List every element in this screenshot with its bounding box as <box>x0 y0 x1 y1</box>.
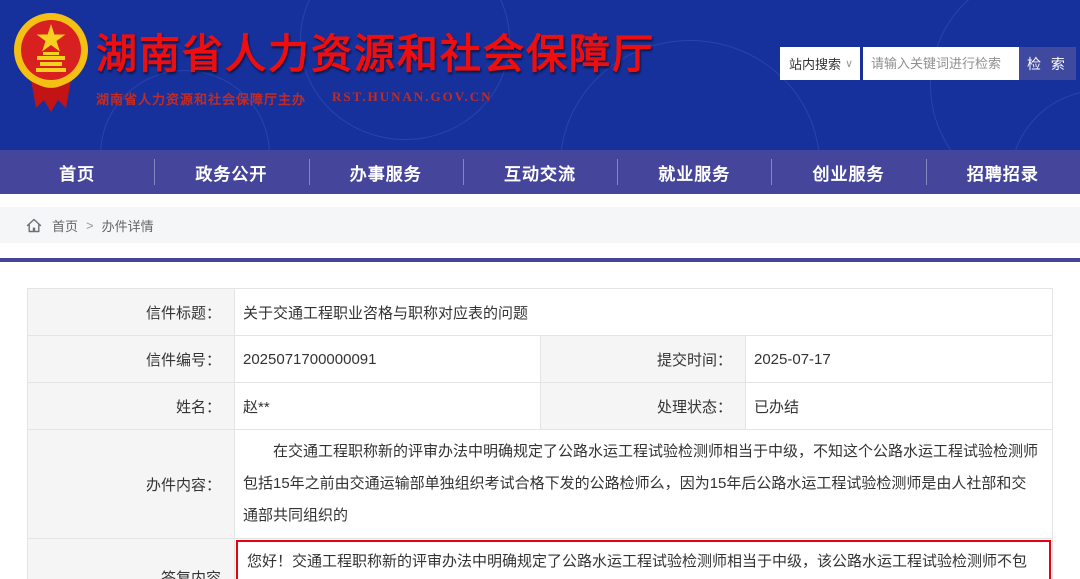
table-row: 姓名： 赵** 处理状态： 已办结 <box>28 383 1053 430</box>
search-scope-dropdown[interactable]: 站内搜索 ∨ <box>780 47 860 80</box>
site-header: 湖南省人力资源和社会保障厅 湖南省人力资源和社会保障厅主办 RST.HUNAN.… <box>0 0 1080 150</box>
table-row: 答复内容 您好！交通工程职称新的评审办法中明确规定了公路水运工程试验检测师相当于… <box>28 539 1053 579</box>
content-value: 在交通工程职称新的评审办法中明确规定了公路水运工程试验检测师相当于中级，不知这个… <box>235 430 1053 539</box>
site-url: RST.HUNAN.GOV.CN <box>332 89 492 108</box>
table-row: 信件编号： 2025071700000091 提交时间： 2025-07-17 <box>28 336 1053 383</box>
breadcrumb-current: 办件详情 <box>102 216 154 235</box>
reply-value: 您好！交通工程职称新的评审办法中明确规定了公路水运工程试验检测师相当于中级，该公… <box>235 539 1053 579</box>
letter-number-value: 2025071700000091 <box>235 336 541 383</box>
status-value: 已办结 <box>746 383 1053 430</box>
main-nav: 首页 政务公开 办事服务 互动交流 就业服务 创业服务 招聘招录 <box>0 150 1080 194</box>
breadcrumb-home-link[interactable]: 首页 <box>52 216 78 235</box>
chevron-down-icon: ∨ <box>845 57 853 70</box>
nav-item-home[interactable]: 首页 <box>0 150 154 194</box>
site-subtitle: 湖南省人力资源和社会保障厅主办 RST.HUNAN.GOV.CN <box>96 89 655 108</box>
nav-item-services[interactable]: 办事服务 <box>309 150 463 194</box>
status-label: 处理状态： <box>541 383 746 430</box>
nav-item-employment[interactable]: 就业服务 <box>617 150 771 194</box>
name-value: 赵** <box>235 383 541 430</box>
reply-highlight-box: 您好！交通工程职称新的评审办法中明确规定了公路水运工程试验检测师相当于中级，该公… <box>236 540 1051 579</box>
table-row: 信件标题： 关于交通工程职业咨格与职称对应表的问题 <box>28 289 1053 336</box>
home-icon[interactable] <box>26 218 42 233</box>
breadcrumb-separator: > <box>86 218 94 233</box>
content-label: 办件内容： <box>28 430 235 539</box>
nav-item-entrepreneurship[interactable]: 创业服务 <box>771 150 925 194</box>
search-button[interactable]: 检 索 <box>1019 47 1076 80</box>
site-search: 站内搜索 ∨ 检 索 <box>780 47 1076 80</box>
site-title: 湖南省人力资源和社会保障厅 <box>96 20 655 80</box>
submit-time-value: 2025-07-17 <box>746 336 1053 383</box>
breadcrumb: 首页 > 办件详情 <box>0 207 1080 243</box>
letter-title-value: 关于交通工程职业咨格与职称对应表的问题 <box>235 289 1053 336</box>
search-input[interactable] <box>863 47 1019 80</box>
search-scope-label: 站内搜索 <box>789 54 841 73</box>
letter-title-label: 信件标题： <box>28 289 235 336</box>
letter-detail: 信件标题： 关于交通工程职业咨格与职称对应表的问题 信件编号： 20250717… <box>0 288 1080 579</box>
letter-number-label: 信件编号： <box>28 336 235 383</box>
nav-item-interaction[interactable]: 互动交流 <box>463 150 617 194</box>
submit-time-label: 提交时间： <box>541 336 746 383</box>
name-label: 姓名： <box>28 383 235 430</box>
reply-label: 答复内容 <box>28 539 235 579</box>
site-subtitle-text: 湖南省人力资源和社会保障厅主办 <box>96 89 306 108</box>
table-row: 办件内容： 在交通工程职称新的评审办法中明确规定了公路水运工程试验检测师相当于中… <box>28 430 1053 539</box>
nav-item-recruitment[interactable]: 招聘招录 <box>926 150 1080 194</box>
national-emblem-icon <box>12 8 90 123</box>
nav-item-gov-affairs[interactable]: 政务公开 <box>154 150 308 194</box>
